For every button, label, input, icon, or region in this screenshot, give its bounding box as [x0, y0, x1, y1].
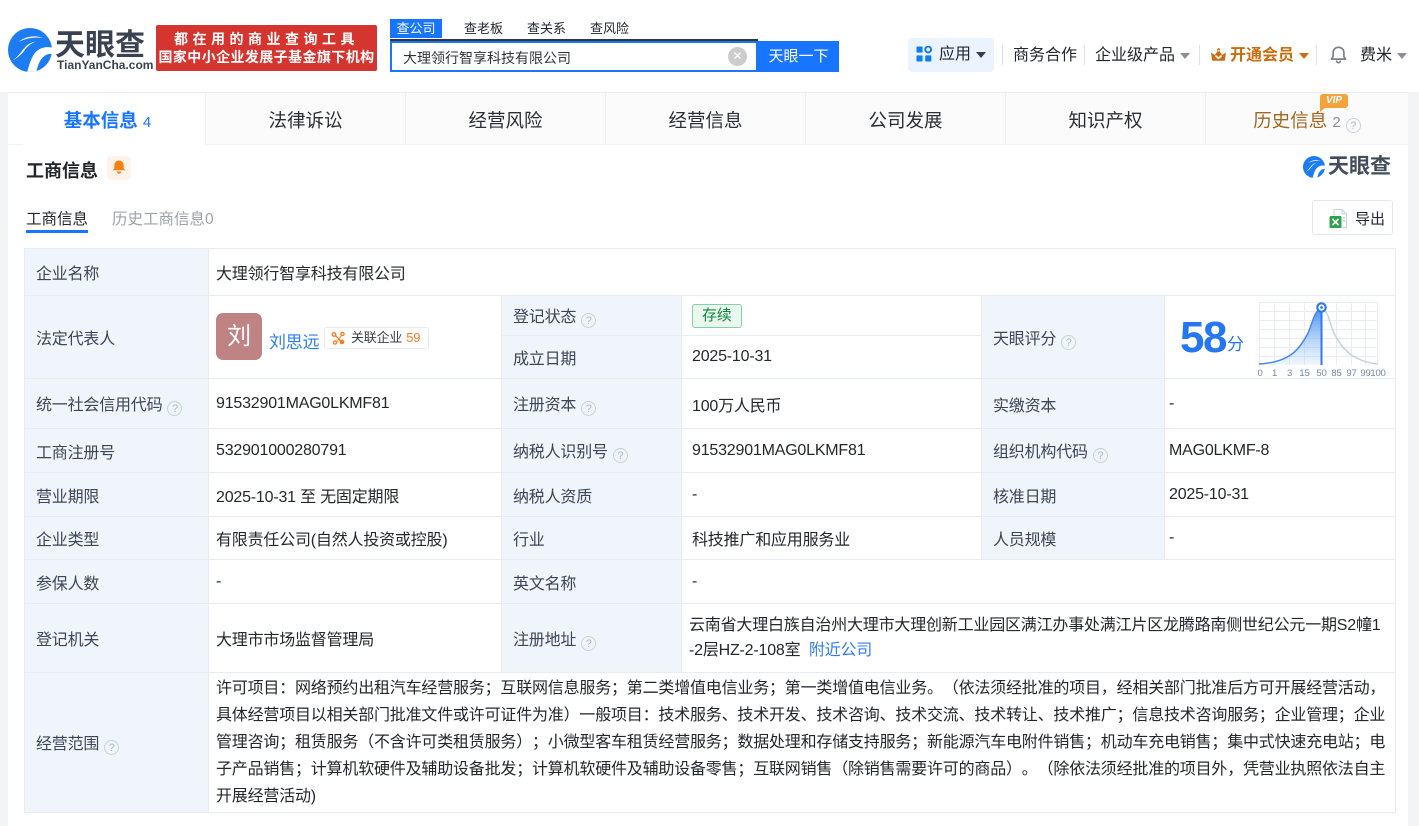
svg-text:15: 15: [1299, 368, 1309, 378]
svg-text:99: 99: [1360, 368, 1370, 378]
svg-text:97: 97: [1346, 368, 1356, 378]
svg-text:50: 50: [1316, 368, 1326, 378]
svg-text:100: 100: [1370, 368, 1385, 378]
svg-text:1: 1: [1272, 368, 1277, 378]
svg-text:85: 85: [1331, 368, 1341, 378]
svg-text:3: 3: [1287, 368, 1292, 378]
svg-text:0: 0: [1257, 368, 1262, 378]
